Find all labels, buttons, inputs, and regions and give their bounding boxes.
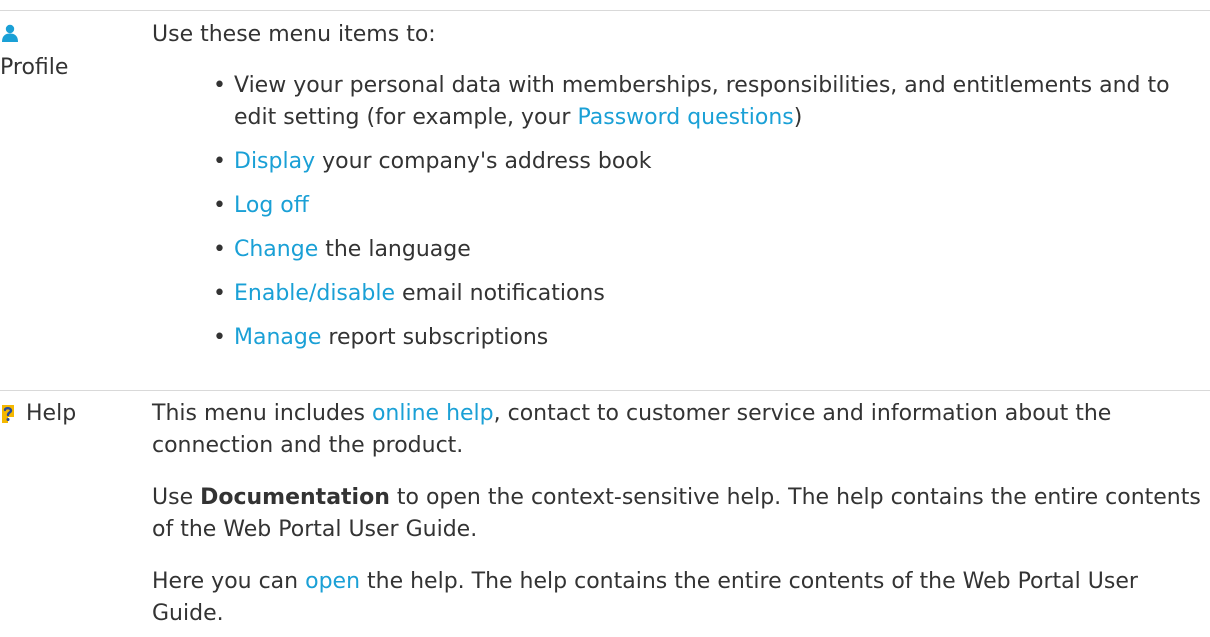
password-questions-link[interactable]: Password questions bbox=[577, 105, 793, 130]
help-paragraph-1: This menu includes online help, contact … bbox=[152, 401, 1112, 458]
help-paragraph-3: Here you can open the help. The help con… bbox=[152, 569, 1138, 626]
bullet: • bbox=[213, 237, 226, 262]
person-icon bbox=[2, 24, 18, 42]
list-item: • Manage report subscriptions bbox=[152, 322, 1202, 354]
bullet: • bbox=[213, 73, 226, 98]
enable-disable-link[interactable]: Enable/disable bbox=[234, 281, 395, 306]
list-item: • Log off bbox=[152, 190, 1202, 222]
online-help-link[interactable]: online help bbox=[372, 401, 494, 426]
help-paragraph-2: Use Documentation to open the context-se… bbox=[152, 485, 1201, 542]
documentation-term: Documentation bbox=[200, 485, 390, 510]
profile-intro: Use these menu items to: bbox=[152, 22, 436, 47]
list-item: • View your personal data with membershi… bbox=[152, 70, 1202, 134]
bullet: • bbox=[213, 149, 226, 174]
middle-divider bbox=[0, 390, 1210, 391]
display-link[interactable]: Display bbox=[234, 149, 315, 174]
help-label: Help bbox=[26, 401, 77, 426]
help-description: This menu includes online help, contact … bbox=[152, 398, 1202, 630]
profile-description: Use these menu items to: • View your per… bbox=[152, 19, 1202, 366]
question-mark-icon bbox=[2, 405, 14, 423]
open-help-link[interactable]: open bbox=[305, 569, 360, 594]
bullet: • bbox=[213, 193, 226, 218]
manage-link[interactable]: Manage bbox=[234, 325, 321, 350]
top-divider bbox=[0, 10, 1210, 11]
profile-menu-list: • View your personal data with membershi… bbox=[152, 70, 1202, 354]
bullet: • bbox=[213, 325, 226, 350]
bullet: • bbox=[213, 281, 226, 306]
list-item: • Change the language bbox=[152, 234, 1202, 266]
list-item: • Display your company's address book bbox=[152, 146, 1202, 178]
change-language-link[interactable]: Change bbox=[234, 237, 318, 262]
list-item: • Enable/disable email notifications bbox=[152, 278, 1202, 310]
log-off-link[interactable]: Log off bbox=[234, 193, 309, 218]
profile-label: Profile bbox=[0, 55, 69, 80]
